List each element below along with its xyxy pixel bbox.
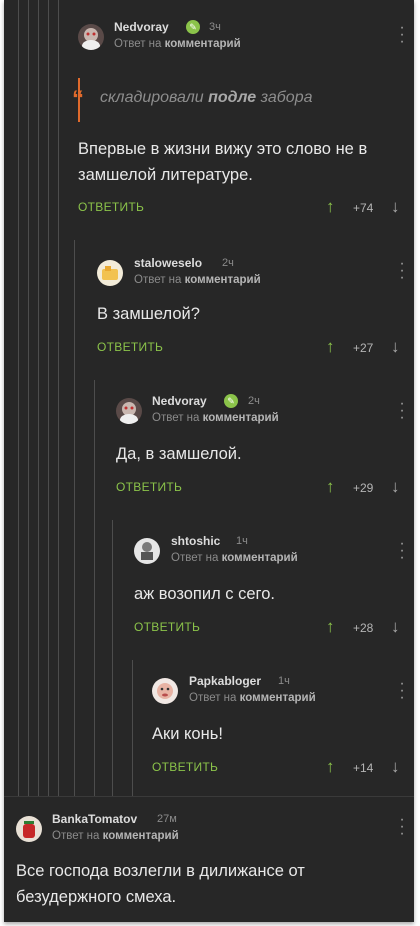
reply-to: Ответ на комментарий [114, 38, 241, 50]
avatar[interactable] [152, 678, 178, 704]
comment: shtoshic 1ч Ответ на комментарий · · · аж … [4, 520, 414, 650]
reply-target-link[interactable]: комментарий [103, 830, 179, 842]
author-name[interactable]: Nedvoray [114, 20, 169, 34]
comment-body: Все господа возлегли в дилижансе от безу… [16, 862, 305, 906]
reply-prefix: Ответ на [52, 830, 100, 842]
more-vertical-icon[interactable]: · · · [398, 256, 406, 286]
avatar[interactable] [116, 398, 142, 424]
reply-prefix: Ответ на [152, 412, 200, 424]
reply-to: Ответ на комментарий [171, 552, 298, 564]
arrow-down-icon[interactable]: ↓ [391, 198, 400, 215]
reply-prefix: Ответ на [134, 274, 182, 286]
reply-target-link[interactable]: комментарий [222, 552, 298, 564]
comment-body: В замшелой? [97, 305, 200, 323]
more-vertical-icon[interactable]: · · · [398, 20, 406, 50]
timestamp: 2ч [222, 257, 234, 269]
comment: staloweselo 2ч Ответ на комментарий · · · … [4, 240, 414, 370]
reply-to: Ответ на комментарий [189, 692, 316, 704]
pencil-icon: ✎ [186, 20, 200, 34]
reply-target-link[interactable]: комментарий [203, 412, 279, 424]
arrow-up-icon[interactable]: ↑ [326, 338, 335, 355]
comment-body: Впервые в жизни вижу это слово не в замш… [78, 140, 368, 184]
rating-score: +14 [353, 761, 374, 775]
quote-text-part: складировали [100, 89, 209, 106]
reply-target-link[interactable]: комментарий [185, 274, 261, 286]
arrow-down-icon[interactable]: ↓ [391, 758, 400, 775]
comment: BankaTomatov 27м Ответ на комментарий · ·… [4, 800, 414, 922]
reply-prefix: Ответ на [189, 692, 237, 704]
rating-score: +27 [353, 341, 374, 355]
arrow-up-icon[interactable]: ↑ [326, 198, 335, 215]
more-vertical-icon[interactable]: · · · [398, 536, 406, 566]
reply-prefix: Ответ на [114, 38, 162, 50]
reply-button[interactable]: ОТВЕТИТЬ [78, 200, 144, 214]
author-name[interactable]: Nedvoray [152, 394, 207, 408]
arrow-down-icon[interactable]: ↓ [391, 618, 400, 635]
avatar[interactable] [78, 24, 104, 50]
comment: Nedvoray ✎ 2ч Ответ на комментарий · · · Д… [4, 380, 414, 510]
reply-button[interactable]: ОТВЕТИТЬ [97, 340, 163, 354]
more-vertical-icon[interactable]: · · · [398, 812, 406, 842]
author-name[interactable]: Papkabloger [189, 674, 261, 688]
arrow-up-icon[interactable]: ↑ [326, 758, 335, 775]
reply-prefix: Ответ на [171, 552, 219, 564]
divider [4, 796, 414, 797]
reply-to: Ответ на комментарий [152, 412, 279, 424]
comment-thread: Nedvoray ✎ 3ч Ответ на комментарий ··· “… [4, 0, 414, 922]
more-vertical-icon[interactable]: · · · [398, 396, 406, 426]
quote-text-part: забора [256, 89, 313, 106]
comment-body: аж возопил с сего. [134, 585, 275, 603]
arrow-up-icon[interactable]: ↑ [326, 478, 335, 495]
timestamp: 27м [157, 813, 177, 825]
timestamp: 1ч [278, 675, 290, 687]
comment: Papkabloger 1ч Ответ на комментарий · · · … [4, 660, 414, 790]
author-name[interactable]: staloweselo [134, 256, 202, 270]
reply-to: Ответ на комментарий [52, 830, 179, 842]
comment-body: Да, в замшелой. [116, 445, 242, 463]
reply-to: Ответ на комментарий [134, 274, 261, 286]
rating-score: +74 [353, 201, 374, 215]
reply-target-link[interactable]: комментарий [165, 38, 241, 50]
rating-score: +29 [353, 481, 374, 495]
reply-button[interactable]: ОТВЕТИТЬ [116, 480, 182, 494]
reply-target-link[interactable]: комментарий [240, 692, 316, 704]
quote-text-bold: подле [208, 89, 257, 106]
avatar[interactable] [97, 260, 123, 286]
comment-body: Аки конь! [152, 725, 223, 743]
reply-button[interactable]: ОТВЕТИТЬ [134, 620, 200, 634]
reply-button[interactable]: ОТВЕТИТЬ [152, 760, 218, 774]
quoted-text: складировали подле забора [100, 89, 312, 107]
author-name[interactable]: BankaTomatov [52, 812, 137, 826]
avatar[interactable] [16, 816, 42, 842]
timestamp: 1ч [236, 535, 248, 547]
quote-bar [78, 78, 80, 122]
arrow-up-icon[interactable]: ↑ [326, 618, 335, 635]
pencil-icon: ✎ [224, 394, 238, 408]
comment: Nedvoray ✎ 3ч Ответ на комментарий ··· “… [4, 0, 414, 230]
timestamp: 3ч [209, 21, 221, 33]
timestamp: 2ч [248, 395, 260, 407]
avatar[interactable] [134, 538, 160, 564]
author-name[interactable]: shtoshic [171, 534, 220, 548]
arrow-down-icon[interactable]: ↓ [391, 338, 400, 355]
more-vertical-icon[interactable]: · · · [398, 676, 406, 706]
rating-score: +28 [353, 621, 374, 635]
arrow-down-icon[interactable]: ↓ [391, 478, 400, 495]
